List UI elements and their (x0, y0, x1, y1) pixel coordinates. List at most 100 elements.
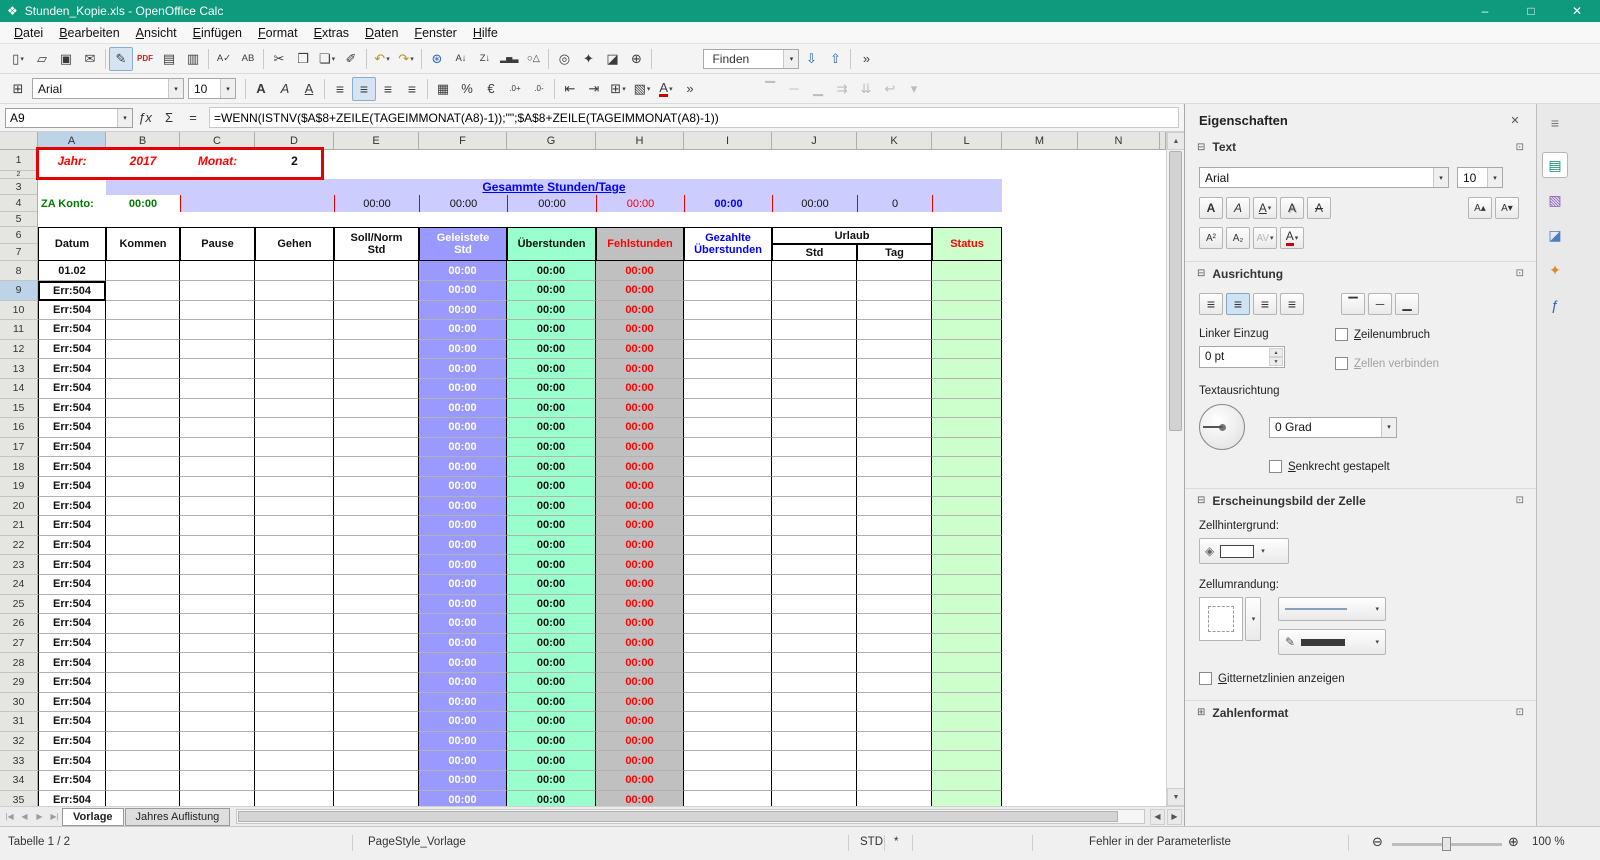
section-number-format-header[interactable]: ⊞ Zahlenformat ⊡ (1185, 700, 1536, 724)
row-header-8[interactable]: 8 (0, 261, 38, 281)
number-percent-icon[interactable]: % (455, 77, 479, 101)
cell-C24[interactable] (180, 575, 255, 595)
cell-J23[interactable] (772, 555, 857, 575)
cell-H32[interactable]: 00:00 (596, 731, 684, 752)
cell-G11[interactable]: 00:00 (507, 320, 596, 340)
cell-H28[interactable]: 00:00 (596, 653, 684, 673)
cell-K10[interactable] (857, 300, 932, 321)
cell-A4[interactable]: ZA Konto: (38, 195, 106, 212)
cell-D27[interactable] (255, 633, 334, 654)
cell-K30[interactable] (857, 692, 932, 713)
sidebar-font-color-button-dropdown-icon[interactable]: ▾ (1295, 234, 1299, 242)
cell-E4[interactable]: 00:00 (334, 195, 419, 212)
cell-F24[interactable]: 00:00 (419, 575, 507, 595)
cell-B27[interactable] (106, 633, 180, 654)
background-color-icon[interactable]: ▧ ▾ (630, 77, 654, 101)
cell-E11[interactable] (334, 320, 419, 340)
cell-F28[interactable]: 00:00 (419, 653, 507, 673)
row-header-13[interactable]: 13 (0, 359, 38, 379)
scroll-up-icon[interactable]: ▲ (1167, 132, 1185, 150)
align-bottom-icon[interactable]: ▁ (806, 77, 830, 101)
cell-G26[interactable]: 00:00 (507, 614, 596, 634)
cell-B18[interactable] (106, 457, 180, 477)
sidebar-subscript-button[interactable]: A₂ (1226, 227, 1250, 249)
cell-K27[interactable] (857, 633, 932, 654)
cell-B33[interactable] (106, 751, 180, 771)
cell-J30[interactable] (772, 692, 857, 713)
table-grid-icon[interactable]: ⊞ (6, 77, 30, 101)
cell-F19[interactable]: 00:00 (419, 477, 507, 497)
left-indent-input[interactable]: 0 pt ▲ ▼ (1199, 346, 1285, 368)
cell-L29[interactable] (932, 673, 1002, 693)
cell-I17[interactable] (684, 437, 772, 458)
cell-C19[interactable] (180, 477, 255, 497)
cell-reference-input[interactable] (6, 109, 114, 126)
sidebar-font-color-button[interactable]: A ▾ (1280, 227, 1304, 249)
cell-H29[interactable]: 00:00 (596, 673, 684, 693)
cell-B23[interactable] (106, 555, 180, 575)
cell-J32[interactable] (772, 731, 857, 752)
cell-K32[interactable] (857, 731, 932, 752)
cell-H30[interactable]: 00:00 (596, 692, 684, 713)
align-vcenter-icon[interactable]: ─ (782, 77, 806, 101)
summary-title[interactable]: Gesammte Stunden/Tage (106, 179, 1002, 195)
cell-A21[interactable]: Err:504 (38, 516, 106, 536)
hyperlink-icon[interactable]: ⊛ (425, 47, 449, 71)
toolbar-overflow-icon[interactable]: » (854, 47, 878, 71)
cell-K26[interactable] (857, 614, 932, 634)
cell-J20[interactable] (772, 496, 857, 517)
left-indent-spinner[interactable]: ▲ ▼ (1269, 348, 1283, 366)
paste-icon[interactable]: ❏ ▾ (315, 47, 339, 71)
copy-icon[interactable]: ❐ (291, 47, 315, 71)
page-style[interactable]: PageStyle_Vorlage (368, 836, 466, 848)
cell-K4[interactable]: 0 (857, 195, 932, 212)
cell-G10[interactable]: 00:00 (507, 300, 596, 321)
cell-B34[interactable] (106, 771, 180, 791)
stacked-checkbox[interactable]: Senkrecht gestapelt (1269, 460, 1390, 473)
cell-J12[interactable] (772, 339, 857, 360)
maximize-button[interactable]: □ (1508, 0, 1554, 22)
cell-L31[interactable] (932, 712, 1002, 732)
cell-L25[interactable] (932, 594, 1002, 615)
cell-J21[interactable] (772, 516, 857, 536)
cell-K15[interactable] (857, 398, 932, 419)
collapse-icon[interactable]: ⊟ (1197, 268, 1205, 279)
decrease-indent-icon[interactable]: ⇤ (558, 77, 582, 101)
cell-G27[interactable]: 00:00 (507, 633, 596, 654)
cell-F18[interactable]: 00:00 (419, 457, 507, 477)
text-direction-ttb-icon[interactable]: ⇊ (854, 77, 878, 101)
cell-K14[interactable] (857, 379, 932, 399)
cell-C29[interactable] (180, 673, 255, 693)
cell-F9[interactable]: 00:00 (419, 281, 507, 301)
cell-A17[interactable]: Err:504 (38, 437, 106, 458)
delete-decimal-icon[interactable]: .0- (527, 77, 551, 101)
new-icon[interactable]: ▯ ▾ (6, 47, 30, 71)
cell-F12[interactable]: 00:00 (419, 339, 507, 360)
cell-C28[interactable] (180, 653, 255, 673)
cell-background-color-button[interactable]: ◈ ▾ (1199, 538, 1289, 564)
cell-B21[interactable] (106, 516, 180, 536)
cell-H19[interactable]: 00:00 (596, 477, 684, 497)
number-currency-icon[interactable]: € (479, 77, 503, 101)
spin-up-icon[interactable]: ▲ (1269, 348, 1283, 357)
font-color-icon-dropdown-icon[interactable]: ▾ (669, 85, 673, 93)
cell-D8[interactable] (255, 261, 334, 281)
cell-D21[interactable] (255, 516, 334, 536)
sidebar-superscript-button[interactable]: A² (1199, 227, 1223, 249)
cell-K18[interactable] (857, 457, 932, 477)
cell-H23[interactable]: 00:00 (596, 555, 684, 575)
cell-J27[interactable] (772, 633, 857, 654)
cell-K33[interactable] (857, 751, 932, 771)
column-header-L[interactable]: L (932, 132, 1002, 150)
cell-H10[interactable]: 00:00 (596, 300, 684, 321)
cell-B17[interactable] (106, 437, 180, 458)
zoom-icon[interactable]: ⊕ (624, 47, 648, 71)
cell-A19[interactable]: Err:504 (38, 477, 106, 497)
cell-J14[interactable] (772, 379, 857, 399)
cell-B15[interactable] (106, 398, 180, 419)
sidebar-font-size-combo[interactable]: 10 ▾ (1457, 167, 1503, 188)
cell-A25[interactable]: Err:504 (38, 594, 106, 615)
cell-G17[interactable]: 00:00 (507, 437, 596, 458)
cell-I35[interactable] (684, 790, 772, 806)
cell-L32[interactable] (932, 731, 1002, 752)
